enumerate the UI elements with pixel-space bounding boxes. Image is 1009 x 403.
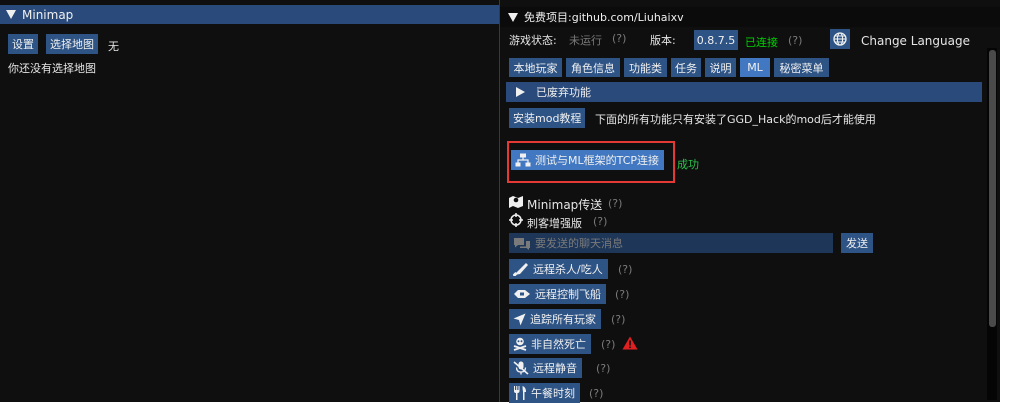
crosshairs-icon: [509, 213, 523, 227]
assassin-enhanced-help[interactable]: (?): [593, 215, 607, 228]
remote-mute-button[interactable]: 远程静音: [509, 358, 582, 378]
main-title: 免费项目:github.com/Liuhaixv: [524, 11, 684, 24]
install-mod-note: 下面的所有功能只有安装了GGD_Hack的mod后才能使用: [595, 113, 876, 126]
remote-spaceship-button[interactable]: 远程控制飞船: [509, 284, 606, 304]
tab-instructions[interactable]: 说明: [705, 58, 736, 77]
lunch-time-help[interactable]: (?): [589, 387, 603, 400]
chat-message-input[interactable]: 要发送的聊天消息: [509, 233, 833, 253]
selected-map-value: 无: [108, 40, 119, 53]
chat-placeholder: 要发送的聊天消息: [535, 237, 623, 250]
track-all-players-label: 追踪所有玩家: [530, 313, 596, 326]
connection-help[interactable]: (?): [788, 34, 802, 47]
deprecated-section-header[interactable]: 已废弃功能: [506, 82, 982, 102]
tcp-test-label: 测试与ML框架的TCP连接: [535, 154, 660, 167]
change-language-button[interactable]: Change Language: [861, 34, 970, 48]
game-status-value: 未运行: [569, 34, 602, 47]
globe-icon[interactable]: [830, 29, 850, 49]
version-value: 0.8.7.5: [694, 30, 738, 50]
comments-icon: [514, 237, 530, 250]
track-all-players-help[interactable]: (?): [611, 313, 625, 326]
expand-arrow-icon[interactable]: [516, 87, 525, 97]
remote-kill-help[interactable]: (?): [618, 263, 632, 276]
remote-mute-help[interactable]: (?): [596, 362, 610, 375]
mic-slash-icon: [513, 361, 529, 375]
minimap-window: Minimap 设置 选择地图 无 你还没有选择地图: [0, 0, 499, 402]
version-label: 版本:: [650, 34, 676, 47]
lunch-time-label: 午餐时刻: [531, 387, 575, 400]
game-status-label: 游戏状态:: [509, 34, 557, 47]
utensils-icon: [514, 386, 526, 400]
warning-icon: [622, 336, 638, 350]
tab-secret-menu[interactable]: 秘密菜单: [774, 58, 829, 77]
collapse-arrow-icon[interactable]: [6, 10, 16, 19]
remote-spaceship-help[interactable]: (?): [615, 288, 629, 301]
assassin-enhanced-label: 刺客增强版: [527, 217, 582, 230]
knife-icon: [513, 263, 528, 276]
minimap-teleport-help[interactable]: (?): [608, 197, 622, 210]
map-marker-icon: [509, 196, 523, 208]
remote-kill-button[interactable]: 远程杀人/吃人: [509, 259, 608, 279]
spaceship-icon: [514, 290, 530, 298]
remote-spaceship-label: 远程控制飞船: [535, 288, 601, 301]
install-mod-tutorial-button[interactable]: 安装mod教程: [509, 108, 586, 128]
skull-crossbones-icon: [513, 337, 527, 351]
game-status-help[interactable]: (?): [612, 32, 626, 45]
lunch-time-button[interactable]: 午餐时刻: [509, 383, 580, 403]
deprecated-section-label: 已废弃功能: [536, 86, 591, 99]
tab-local-player[interactable]: 本地玩家: [509, 58, 562, 77]
select-map-button[interactable]: 选择地图: [46, 34, 98, 54]
network-icon: [515, 153, 531, 167]
remote-mute-label: 远程静音: [533, 362, 577, 375]
minimap-titlebar[interactable]: Minimap: [0, 5, 499, 24]
main-window: 免费项目:github.com/Liuhaixv 游戏状态: 未运行 (?) 版…: [499, 0, 1001, 403]
tcp-result: 成功: [677, 158, 699, 171]
unnatural-death-help[interactable]: (?): [601, 338, 615, 351]
tab-features[interactable]: 功能类: [624, 58, 667, 77]
minimap-teleport-label: Minimap传送: [527, 198, 603, 212]
location-arrow-icon: [513, 313, 526, 325]
track-all-players-button[interactable]: 追踪所有玩家: [509, 309, 601, 329]
scrollbar-thumb[interactable]: [989, 50, 996, 327]
tab-tasks[interactable]: 任务: [671, 58, 701, 77]
unnatural-death-button[interactable]: 非自然死亡: [509, 334, 591, 354]
desktop-background: [1000, 0, 1009, 402]
remote-kill-label: 远程杀人/吃人: [533, 263, 603, 276]
main-titlebar[interactable]: 免费项目:github.com/Liuhaixv: [500, 7, 1001, 27]
collapse-arrow-icon[interactable]: [508, 12, 518, 22]
connection-status: 已连接: [745, 36, 778, 49]
settings-button[interactable]: 设置: [8, 34, 38, 54]
minimap-title: Minimap: [22, 7, 74, 22]
tcp-test-button[interactable]: 测试与ML框架的TCP连接: [511, 150, 665, 170]
no-map-status: 你还没有选择地图: [8, 62, 96, 75]
tab-ml[interactable]: ML: [740, 58, 770, 77]
send-button[interactable]: 发送: [841, 233, 873, 253]
tab-character-info[interactable]: 角色信息: [566, 58, 620, 77]
unnatural-death-label: 非自然死亡: [531, 338, 586, 351]
